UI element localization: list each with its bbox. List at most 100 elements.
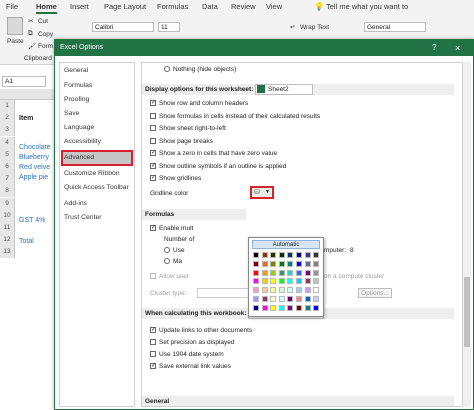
color-swatch[interactable] (253, 287, 259, 294)
color-swatch[interactable] (270, 287, 277, 294)
worksheet-option-checkbox[interactable] (150, 137, 156, 144)
row-header[interactable]: 4 (0, 136, 15, 149)
color-swatch[interactable] (313, 260, 320, 267)
cell-blueberry[interactable]: Blueberry (19, 154, 49, 161)
nav-save[interactable]: Save (64, 110, 80, 117)
color-swatch[interactable] (313, 296, 320, 302)
worksheet-option-checkbox[interactable]: ✓ (150, 175, 156, 181)
wrap-text-icon[interactable]: ↵ (290, 23, 295, 31)
row-header[interactable]: 1 (0, 100, 15, 112)
worksheet-option-checkbox[interactable] (150, 125, 156, 131)
name-box[interactable]: A1 (2, 76, 46, 87)
use-all-processors-radio[interactable] (164, 247, 170, 253)
copy-button[interactable]: Copy (38, 31, 53, 38)
tab-view[interactable]: View (266, 2, 282, 11)
color-swatch[interactable] (304, 287, 311, 294)
color-swatch[interactable] (261, 252, 268, 258)
automatic-color-button[interactable]: Automatic (252, 240, 320, 249)
help-button[interactable]: ? (432, 40, 436, 56)
calc-option-checkbox[interactable] (150, 339, 156, 345)
worksheet-option-checkbox[interactable]: ✓ (150, 162, 156, 169)
color-swatch[interactable] (253, 278, 259, 285)
cell-total[interactable]: Total (19, 238, 34, 245)
scrollbar-thumb[interactable] (464, 277, 470, 347)
color-swatch[interactable] (313, 287, 320, 294)
nav-trust-center[interactable]: Trust Center (64, 214, 102, 221)
tab-data[interactable]: Data (202, 2, 218, 11)
row-header[interactable]: 12 (0, 234, 15, 247)
nav-proofing[interactable]: Proofing (64, 96, 89, 103)
paste-icon[interactable] (7, 17, 23, 35)
paste-label[interactable]: Paste (7, 38, 24, 45)
color-swatch[interactable] (270, 278, 277, 285)
calc-option-checkbox[interactable]: ✓ (150, 363, 156, 369)
color-swatch[interactable] (278, 287, 285, 294)
color-swatch[interactable] (278, 260, 285, 267)
format-painter-icon[interactable]: 🖌 (28, 42, 36, 50)
color-swatch[interactable] (304, 252, 311, 258)
color-swatch[interactable] (287, 278, 294, 285)
cell-item[interactable]: Item (19, 115, 33, 122)
row-header[interactable]: 13 (0, 246, 15, 259)
color-swatch[interactable] (278, 278, 285, 285)
color-swatch[interactable] (313, 278, 320, 285)
color-swatch[interactable] (261, 278, 268, 285)
tell-me-box[interactable]: Tell me what you want to (326, 2, 408, 11)
color-swatch[interactable] (253, 296, 259, 302)
font-size-select[interactable]: 11 (158, 22, 180, 32)
color-swatch[interactable] (270, 269, 277, 276)
color-swatch[interactable] (287, 269, 294, 276)
color-swatch[interactable] (296, 304, 302, 311)
row-header[interactable]: 9 (0, 197, 15, 210)
tab-insert[interactable]: Insert (70, 2, 89, 11)
nav-advanced[interactable]: Advanced (64, 154, 94, 161)
row-header[interactable]: 2 (0, 112, 15, 125)
font-name-select[interactable]: Calibri (92, 22, 154, 32)
color-swatch[interactable] (287, 260, 294, 267)
color-swatch[interactable] (261, 260, 268, 267)
color-swatch[interactable] (278, 269, 285, 276)
color-swatch[interactable] (253, 304, 259, 311)
row-header[interactable]: 8 (0, 185, 15, 198)
row-header[interactable]: 10 (0, 209, 15, 222)
row-header[interactable]: 6 (0, 161, 15, 173)
copy-icon[interactable]: ⧉ (28, 30, 33, 38)
color-swatch[interactable] (278, 252, 285, 258)
calc-option-checkbox[interactable]: ✓ (150, 327, 156, 333)
nav-accessibility[interactable]: Accessibility (64, 138, 101, 145)
color-swatch[interactable] (261, 296, 268, 302)
cut-icon[interactable]: ✂ (28, 17, 33, 25)
row-header[interactable]: 3 (0, 124, 15, 137)
tab-home[interactable]: Home (36, 2, 57, 14)
nav-general[interactable]: General (64, 67, 88, 74)
color-swatch[interactable] (287, 304, 294, 311)
cell-red-velvet[interactable]: Red velve (19, 164, 50, 171)
color-swatch[interactable] (313, 252, 320, 258)
worksheet-option-checkbox[interactable]: ✓ (150, 100, 156, 106)
tab-page-layout[interactable]: Page Layout (104, 2, 146, 11)
color-swatch[interactable] (287, 296, 294, 302)
nav-formulas[interactable]: Formulas (64, 82, 92, 89)
format-painter-button[interactable]: Form (38, 43, 53, 50)
color-swatch[interactable] (253, 252, 259, 258)
color-swatch[interactable] (270, 260, 277, 267)
nothing-hide-radio[interactable] (164, 66, 170, 72)
color-swatch[interactable] (278, 304, 285, 311)
nav-language[interactable]: Language (64, 124, 94, 131)
close-button[interactable]: × (455, 40, 460, 56)
color-swatch[interactable] (253, 260, 259, 267)
color-swatch[interactable] (304, 304, 311, 311)
enable-multithread-checkbox[interactable]: ✓ (150, 225, 156, 231)
color-swatch[interactable] (304, 260, 311, 267)
nav-quick-access-toolbar[interactable]: Quick Access Toolbar (64, 184, 129, 191)
color-swatch[interactable] (261, 304, 268, 311)
tab-formulas[interactable]: Formulas (157, 2, 188, 11)
color-swatch[interactable] (296, 278, 302, 285)
options-button[interactable]: Options... (358, 288, 392, 298)
color-swatch[interactable] (270, 304, 277, 311)
manual-radio[interactable] (164, 258, 170, 264)
color-swatch[interactable] (270, 296, 277, 302)
calc-option-checkbox[interactable] (150, 351, 156, 357)
color-swatch[interactable] (278, 296, 285, 302)
color-swatch[interactable] (313, 269, 320, 276)
